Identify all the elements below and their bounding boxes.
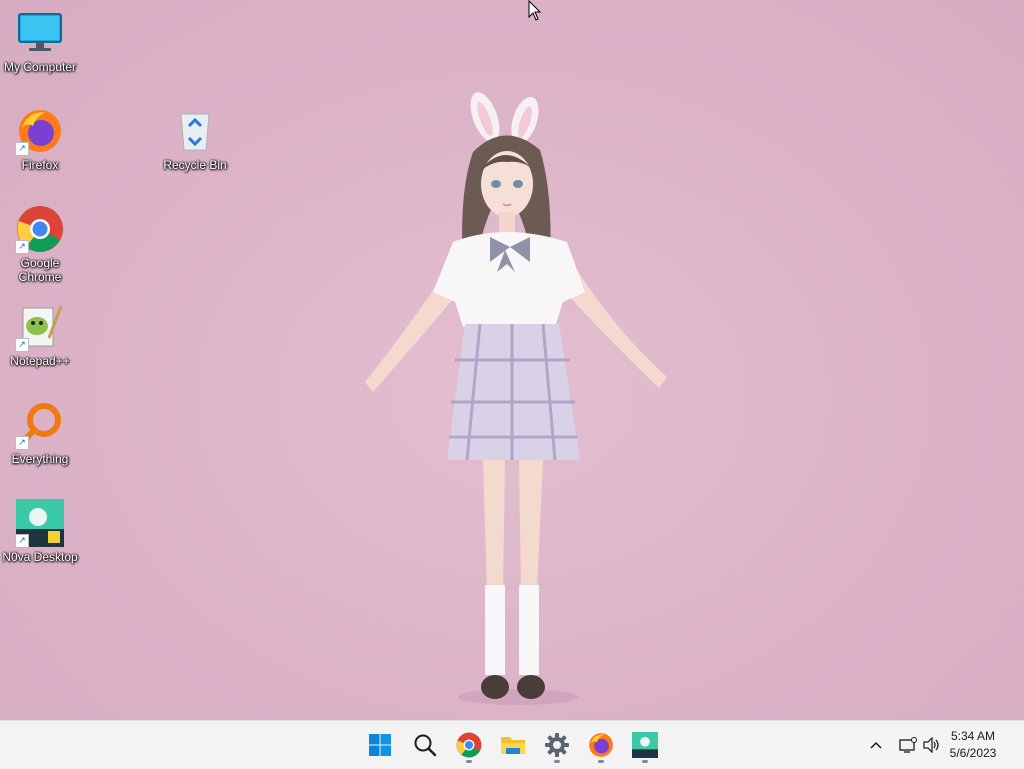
notepadpp-icon: ↗ bbox=[15, 302, 65, 352]
network-icon bbox=[899, 737, 917, 753]
firefox-icon bbox=[589, 733, 613, 757]
taskbar-settings-button[interactable] bbox=[537, 725, 577, 765]
desktop-icon-firefox[interactable]: ↗ Firefox bbox=[0, 106, 80, 172]
mouse-cursor-icon bbox=[528, 0, 542, 21]
desktop-icon-label: Google Chrome bbox=[18, 256, 62, 284]
everything-icon: ↗ bbox=[15, 400, 65, 450]
firefox-icon: ↗ bbox=[15, 106, 65, 156]
taskbar-firefox-button[interactable] bbox=[581, 725, 621, 765]
desktop-icon-label: Notepad++ bbox=[10, 354, 70, 368]
clock-time: 5:34 AM bbox=[950, 729, 996, 743]
wallpaper-character bbox=[365, 92, 667, 705]
nova-desktop-icon bbox=[632, 732, 658, 758]
taskbar-nova-desktop-button[interactable] bbox=[625, 725, 665, 765]
shortcut-arrow-icon: ↗ bbox=[15, 436, 29, 450]
desktop-icon-label: Recycle Bin bbox=[163, 158, 227, 172]
taskbar: 5:34 AM 5/6/2023 bbox=[0, 720, 1024, 769]
search-icon bbox=[414, 734, 437, 757]
tray-overflow-button[interactable] bbox=[864, 733, 888, 757]
desktop-icon-label: N0va Desktop bbox=[2, 550, 78, 564]
recycle-bin-icon bbox=[170, 106, 220, 156]
settings-gear-icon bbox=[545, 733, 569, 757]
desktop-icon-nova-desktop[interactable]: ↗ N0va Desktop bbox=[0, 498, 80, 564]
taskbar-start-button[interactable] bbox=[360, 725, 400, 765]
shortcut-arrow-icon: ↗ bbox=[15, 240, 29, 254]
desktop-icon-label: My Computer bbox=[3, 60, 77, 74]
file-explorer-icon bbox=[501, 737, 525, 754]
chrome-icon bbox=[456, 732, 482, 758]
desktop-icon-notepadpp[interactable]: ↗ Notepad++ bbox=[0, 302, 80, 368]
shortcut-arrow-icon: ↗ bbox=[15, 338, 29, 352]
desktop-icon-my-computer[interactable]: My Computer bbox=[0, 8, 80, 74]
taskbar-search-button[interactable] bbox=[405, 725, 445, 765]
chevron-up-icon bbox=[870, 741, 882, 749]
running-indicator bbox=[642, 760, 648, 763]
clock-date: 5/6/2023 bbox=[949, 746, 997, 760]
taskbar-file-explorer-button[interactable] bbox=[493, 725, 533, 765]
running-indicator bbox=[598, 760, 604, 763]
tray-network-button[interactable] bbox=[896, 733, 920, 757]
desktop[interactable]: My Computer ↗ Firefox ↗ Google Chrome ↗ … bbox=[0, 0, 1024, 720]
chrome-icon: ↗ bbox=[15, 204, 65, 254]
desktop-icon-label: Firefox bbox=[21, 158, 59, 172]
nova-desktop-icon: ↗ bbox=[15, 498, 65, 548]
taskbar-chrome-button[interactable] bbox=[449, 725, 489, 765]
taskbar-clock[interactable]: 5:34 AM 5/6/2023 bbox=[938, 728, 1008, 762]
shortcut-arrow-icon: ↗ bbox=[15, 142, 29, 156]
monitor-icon bbox=[15, 8, 65, 58]
running-indicator bbox=[466, 760, 472, 763]
shortcut-arrow-icon: ↗ bbox=[15, 534, 29, 548]
desktop-icon-recycle-bin[interactable]: Recycle Bin bbox=[155, 106, 235, 172]
running-indicator bbox=[554, 760, 560, 763]
desktop-icon-everything[interactable]: ↗ Everything bbox=[0, 400, 80, 466]
windows-start-icon bbox=[369, 734, 391, 756]
desktop-icon-label: Everything bbox=[11, 452, 69, 466]
desktop-icon-google-chrome[interactable]: ↗ Google Chrome bbox=[0, 204, 80, 284]
